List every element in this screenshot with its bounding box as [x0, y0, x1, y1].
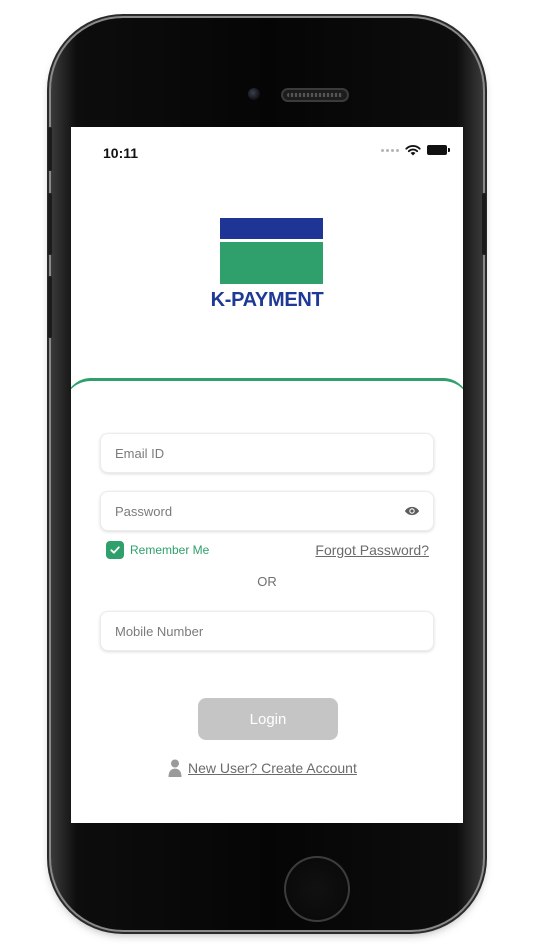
brand-logo	[220, 218, 323, 284]
earpiece-speaker	[281, 88, 349, 102]
power-button	[482, 193, 486, 255]
eye-icon[interactable]	[403, 502, 421, 520]
signal-dots-icon	[381, 148, 399, 152]
home-button[interactable]	[284, 856, 350, 922]
remember-me[interactable]: Remember Me	[106, 541, 209, 559]
email-field[interactable]	[100, 433, 434, 473]
mute-switch	[48, 127, 52, 171]
front-camera	[248, 88, 260, 100]
create-account-label[interactable]: New User? Create Account	[188, 760, 357, 776]
wifi-icon	[405, 145, 421, 156]
checkmark-icon	[110, 546, 120, 554]
password-input[interactable]	[113, 502, 403, 520]
logo-blue-band	[220, 218, 323, 239]
login-button[interactable]: Login	[198, 698, 338, 740]
or-divider-label: OR	[257, 574, 277, 589]
mobile-field[interactable]	[100, 611, 434, 651]
mobile-input[interactable]	[113, 622, 421, 640]
battery-icon	[427, 145, 450, 155]
create-account-link[interactable]: New User? Create Account	[168, 759, 357, 777]
remember-me-label: Remember Me	[130, 543, 210, 557]
email-input[interactable]	[113, 444, 421, 462]
remember-me-checkbox[interactable]	[106, 541, 124, 559]
logo-green-block	[220, 242, 323, 284]
brand-name: K-PAYMENT	[210, 289, 324, 311]
volume-up-button	[48, 193, 52, 255]
password-field[interactable]	[100, 491, 434, 531]
status-icons	[381, 144, 450, 156]
app-screen: 10:11 K-PAYMENT Rememb	[71, 127, 463, 823]
forgot-password-link[interactable]: Forgot Password?	[315, 542, 429, 558]
status-time: 10:11	[103, 145, 139, 161]
user-icon	[168, 759, 182, 777]
volume-down-button	[48, 276, 52, 338]
